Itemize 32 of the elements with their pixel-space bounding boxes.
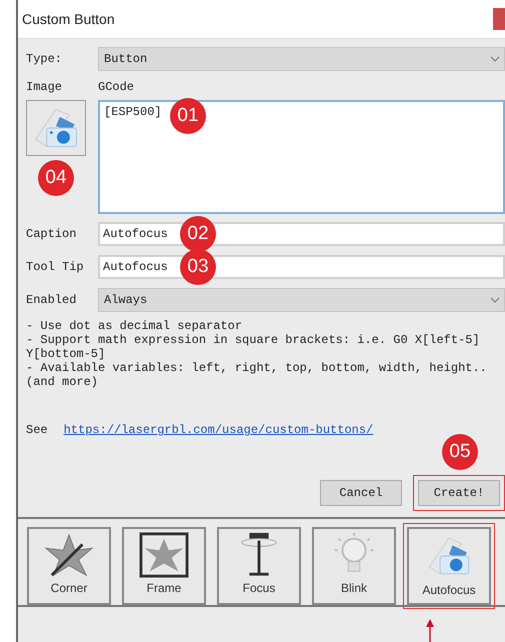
annotation-badge: 01 <box>170 98 206 134</box>
type-dropdown[interactable]: Button <box>98 47 505 71</box>
toolbar-button[interactable]: Blink <box>312 527 396 605</box>
image-picker-button[interactable] <box>26 100 86 156</box>
toolbar-button[interactable]: Frame <box>122 527 206 605</box>
field-label: GCode <box>98 80 136 94</box>
window-title: Custom Button <box>21 11 115 27</box>
gcode-text: [ESP500] <box>104 105 162 119</box>
toolbar-button[interactable]: Autofocus <box>407 527 491 605</box>
field-label: Type: <box>26 52 64 66</box>
cancel-button[interactable]: Cancel <box>320 480 402 506</box>
chevron-icon <box>490 297 500 303</box>
gcode-text-area[interactable]: [ESP500] 01 <box>98 100 505 214</box>
field-label: Enabled <box>26 293 78 307</box>
help-note: - Available variables: left, right, top, bottom, width, height.. (and more) <box>26 361 488 389</box>
create-button[interactable]: Create! <box>418 480 500 506</box>
pointer-arrow <box>425 619 435 642</box>
annotation-badge: 05 <box>442 434 478 470</box>
field-label: Caption <box>26 227 78 241</box>
help-note: - Use dot as decimal separator <box>26 319 244 333</box>
enabled-dropdown[interactable]: Always <box>98 288 505 312</box>
toolbar-button[interactable]: Focus <box>217 527 301 605</box>
annotation-badge: 03 <box>180 249 216 285</box>
help-note: - Support math expression in square brackets: i.e. G0 X[left-5] Y[bottom-5] <box>26 333 481 361</box>
toolbar-button[interactable]: Corner <box>27 527 111 605</box>
annotation-badge: 04 <box>38 160 74 196</box>
chevron-icon <box>490 56 500 62</box>
see-label: See <box>26 423 48 437</box>
help-link[interactable]: https://lasergrbl.com/usage/custom-buttons/ <box>64 423 374 437</box>
field-label: Image <box>26 80 64 94</box>
annotation-badge: 02 <box>180 216 216 252</box>
field-label: Tool Tip <box>26 260 85 274</box>
